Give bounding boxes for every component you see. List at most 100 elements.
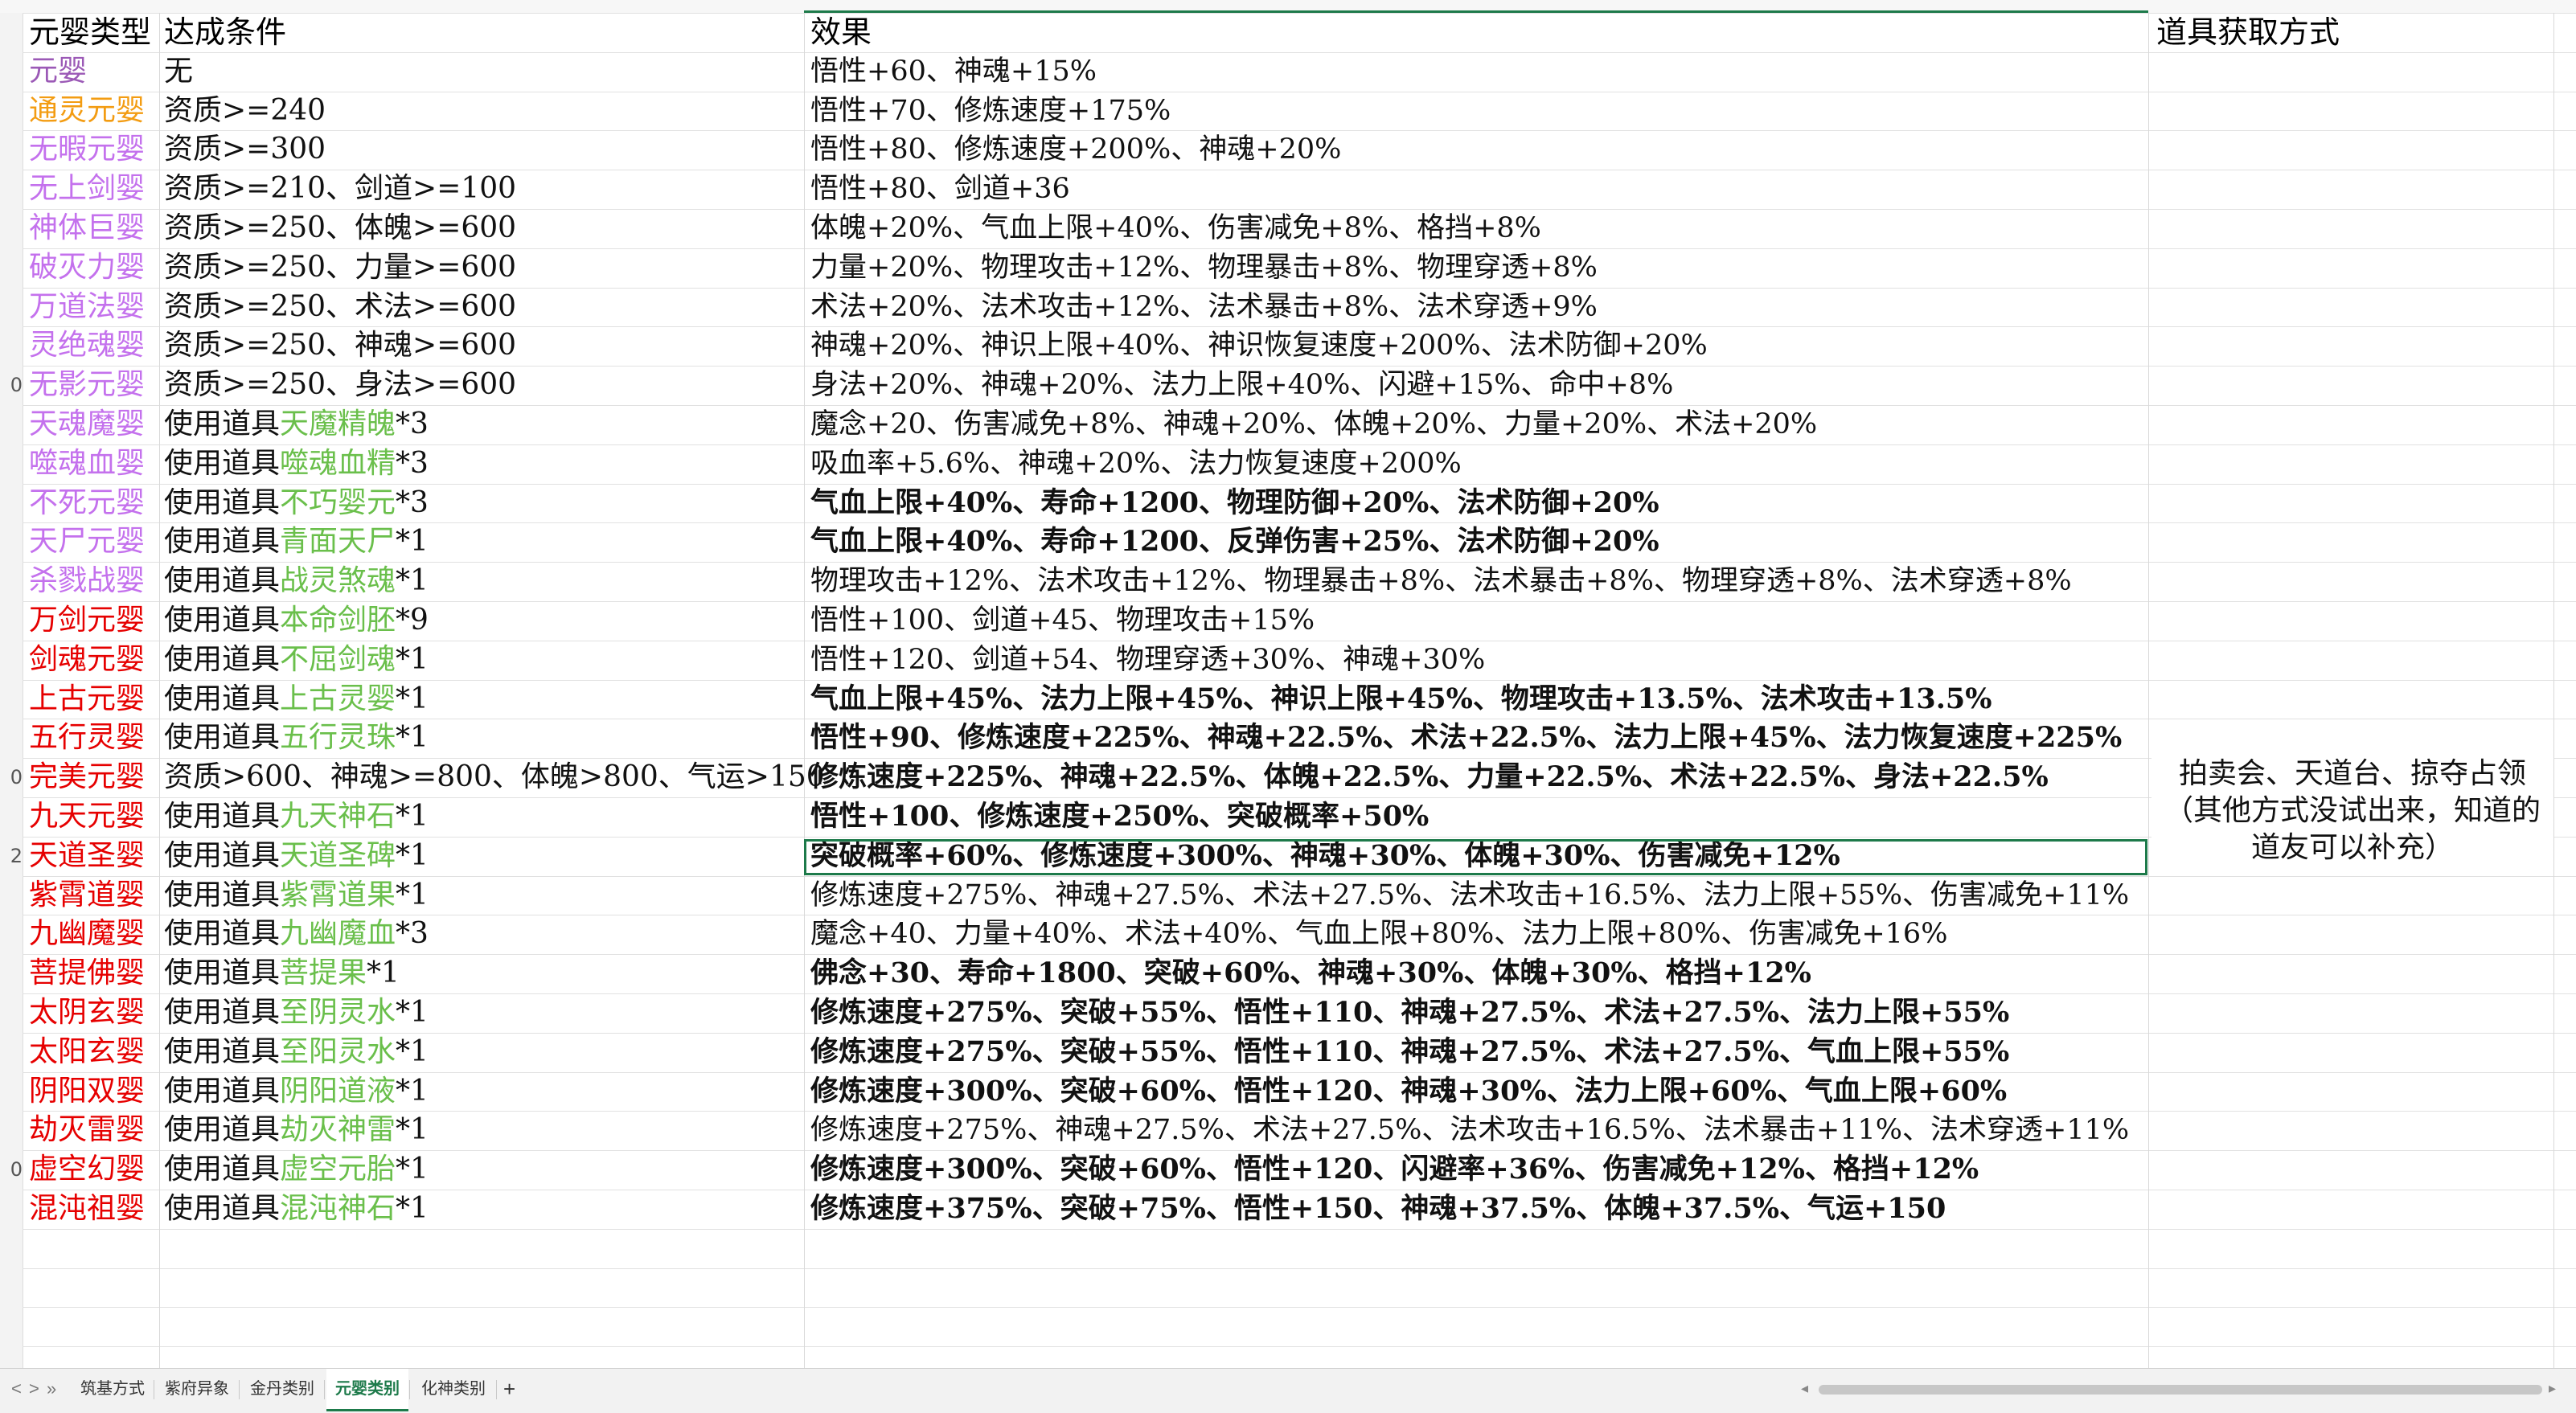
prev-sheet-button[interactable]: <: [11, 1378, 22, 1399]
effect-cell[interactable]: 佛念+30、寿命+1800、突破+60%、神魂+30%、体魄+30%、格挡+12…: [810, 954, 1811, 993]
row-number[interactable]: 0: [0, 766, 23, 788]
type-cell[interactable]: 九幽魔婴: [29, 915, 145, 953]
type-cell[interactable]: 劫灭雷婴: [29, 1111, 145, 1149]
effect-cell[interactable]: 悟性+90、修炼速度+225%、神魂+22.5%、术法+22.5%、法力上限+4…: [810, 719, 2122, 757]
type-cell[interactable]: 混沌祖婴: [29, 1190, 145, 1228]
effect-cell[interactable]: 悟性+100、修炼速度+250%、突破概率+50%: [810, 797, 1429, 836]
effect-cell[interactable]: 悟性+80、修炼速度+200%、神魂+20%: [810, 130, 1341, 169]
type-cell[interactable]: 天道圣婴: [29, 837, 145, 875]
effect-cell[interactable]: 修炼速度+375%、突破+75%、悟性+150、神魂+37.5%、体魄+37.5…: [810, 1190, 1946, 1228]
type-cell[interactable]: 灵绝魂婴: [29, 326, 145, 365]
condition-cell[interactable]: 使用道具噬魂血精*3: [164, 444, 429, 483]
type-cell[interactable]: 天魂魔婴: [29, 405, 145, 444]
type-cell[interactable]: 万剑元婴: [29, 601, 145, 640]
type-cell[interactable]: 通灵元婴: [29, 92, 145, 130]
horizontal-scrollbar[interactable]: [1819, 1385, 2542, 1395]
effect-cell[interactable]: 力量+20%、物理攻击+12%、物理暴击+8%、物理穿透+8%: [810, 248, 1598, 287]
condition-cell[interactable]: 使用道具虚空元胎*1: [164, 1150, 429, 1189]
condition-cell[interactable]: 资质>=250、神魂>=600: [164, 326, 516, 365]
effect-cell[interactable]: 身法+20%、神魂+20%、法力上限+40%、闪避+15%、命中+8%: [810, 366, 1673, 404]
condition-cell[interactable]: 无: [164, 52, 193, 91]
effect-cell[interactable]: 悟性+60、神魂+15%: [810, 52, 1097, 91]
condition-cell[interactable]: 使用道具至阳灵水*1: [164, 1033, 429, 1071]
condition-cell[interactable]: 使用道具阴阳道液*1: [164, 1072, 429, 1111]
type-cell[interactable]: 无暇元婴: [29, 130, 145, 169]
condition-cell[interactable]: 使用道具九天神石*1: [164, 797, 429, 836]
condition-cell[interactable]: 资质>=250、力量>=600: [164, 248, 516, 287]
scroll-right-icon[interactable]: ▸: [2549, 1380, 2556, 1397]
sheet-tab[interactable]: 筑基方式: [72, 1369, 153, 1409]
add-sheet-button[interactable]: +: [503, 1377, 515, 1402]
effect-cell[interactable]: 悟性+80、剑道+36: [810, 170, 1070, 208]
effect-cell[interactable]: 术法+20%、法术攻击+12%、法术暴击+8%、法术穿透+9%: [810, 288, 1598, 326]
type-cell[interactable]: 剑魂元婴: [29, 641, 145, 679]
condition-cell[interactable]: 使用道具不屈剑魂*1: [164, 641, 429, 679]
scroll-left-icon[interactable]: ◂: [1801, 1380, 1808, 1397]
type-cell[interactable]: 元婴: [29, 52, 87, 91]
effect-cell[interactable]: 修炼速度+225%、神魂+22.5%、体魄+22.5%、力量+22.5%、术法+…: [810, 758, 2049, 797]
type-cell[interactable]: 杀戮战婴: [29, 562, 145, 600]
sheet-tab[interactable]: 化神类别: [412, 1369, 495, 1409]
type-cell[interactable]: 不死元婴: [29, 484, 145, 522]
condition-cell[interactable]: 资质>=250、体魄>=600: [164, 209, 516, 248]
type-cell[interactable]: 太阴玄婴: [29, 993, 145, 1032]
effect-cell[interactable]: 体魄+20%、气血上限+40%、伤害减免+8%、格挡+8%: [810, 209, 1541, 248]
effect-cell[interactable]: 修炼速度+275%、突破+55%、悟性+110、神魂+27.5%、术法+27.5…: [810, 993, 2009, 1032]
acquire-method-cell[interactable]: 拍卖会、天道台、掠夺占领（其他方式没试出来，知道的道友可以补充）: [2151, 756, 2553, 866]
effect-cell[interactable]: 修炼速度+275%、神魂+27.5%、术法+27.5%、法术攻击+16.5%、法…: [810, 876, 2129, 915]
condition-cell[interactable]: 资质>=240: [164, 92, 326, 130]
row-number[interactable]: 2: [0, 845, 23, 867]
effect-cell[interactable]: 悟性+70、修炼速度+175%: [810, 92, 1171, 130]
effect-cell[interactable]: 吸血率+5.6%、神魂+20%、法力恢复速度+200%: [810, 444, 1462, 483]
type-cell[interactable]: 噬魂血婴: [29, 444, 145, 483]
type-cell[interactable]: 无上剑婴: [29, 170, 145, 208]
type-cell[interactable]: 破灭力婴: [29, 248, 145, 287]
effect-cell[interactable]: 气血上限+45%、法力上限+45%、神识上限+45%、物理攻击+13.5%、法术…: [810, 680, 1992, 719]
type-cell[interactable]: 阴阳双婴: [29, 1072, 145, 1111]
type-cell[interactable]: 紫霄道婴: [29, 876, 145, 915]
condition-cell[interactable]: 使用道具菩提果*1: [164, 954, 400, 993]
condition-cell[interactable]: 资质>=300: [164, 130, 326, 169]
sheet-tab[interactable]: 元婴类别: [326, 1369, 408, 1411]
effect-cell[interactable]: 修炼速度+275%、神魂+27.5%、术法+27.5%、法术攻击+16.5%、法…: [810, 1111, 2129, 1149]
effect-cell[interactable]: 气血上限+40%、寿命+1200、反弹伤害+25%、法术防御+20%: [810, 522, 1659, 561]
condition-cell[interactable]: 使用道具混沌神石*1: [164, 1190, 429, 1228]
condition-cell[interactable]: 资质>=210、剑道>=100: [164, 170, 516, 208]
type-cell[interactable]: 太阳玄婴: [29, 1033, 145, 1071]
header-condition[interactable]: 达成条件: [164, 13, 286, 51]
condition-cell[interactable]: 资质>=250、身法>=600: [164, 366, 516, 404]
header-acquire[interactable]: 道具获取方式: [2156, 13, 2340, 51]
condition-cell[interactable]: 使用道具战灵煞魂*1: [164, 562, 429, 600]
effect-cell[interactable]: 神魂+20%、神识上限+40%、神识恢复速度+200%、法术防御+20%: [810, 326, 1708, 365]
condition-cell[interactable]: 使用道具上古灵婴*1: [164, 680, 429, 719]
type-cell[interactable]: 上古元婴: [29, 680, 145, 719]
sheet-tab[interactable]: 紫府异象: [156, 1369, 238, 1409]
effect-cell[interactable]: 修炼速度+275%、突破+55%、悟性+110、神魂+27.5%、术法+27.5…: [810, 1033, 2009, 1071]
effect-cell[interactable]: 悟性+120、剑道+54、物理穿透+30%、神魂+30%: [810, 641, 1485, 679]
effect-cell[interactable]: 气血上限+40%、寿命+1200、物理防御+20%、法术防御+20%: [810, 484, 1659, 522]
effect-cell[interactable]: 物理攻击+12%、法术攻击+12%、物理暴击+8%、法术暴击+8%、物理穿透+8…: [810, 562, 2072, 600]
condition-cell[interactable]: 使用道具青面天尸*1: [164, 522, 429, 561]
next-sheet-button[interactable]: >: [29, 1378, 39, 1399]
type-cell[interactable]: 万道法婴: [29, 288, 145, 326]
effect-cell[interactable]: 悟性+100、剑道+45、物理攻击+15%: [810, 601, 1315, 640]
type-cell[interactable]: 神体巨婴: [29, 209, 145, 248]
type-cell[interactable]: 虚空幻婴: [29, 1150, 145, 1189]
sheet-tab[interactable]: 金丹类别: [241, 1369, 323, 1409]
condition-cell[interactable]: 使用道具不巧婴元*3: [164, 484, 429, 522]
last-sheet-button[interactable]: »: [47, 1378, 56, 1399]
row-number[interactable]: 0: [0, 374, 23, 396]
type-cell[interactable]: 菩提佛婴: [29, 954, 145, 993]
condition-cell[interactable]: 使用道具劫灭神雷*1: [164, 1111, 429, 1149]
type-cell[interactable]: 完美元婴: [29, 758, 145, 797]
type-cell[interactable]: 五行灵婴: [29, 719, 145, 757]
condition-cell[interactable]: 使用道具天道圣碑*1: [164, 837, 429, 875]
condition-cell[interactable]: 使用道具至阴灵水*1: [164, 993, 429, 1032]
condition-cell[interactable]: 使用道具紫霄道果*1: [164, 876, 429, 915]
header-effect[interactable]: 效果: [810, 13, 872, 51]
row-number[interactable]: 0: [0, 1158, 23, 1181]
condition-cell[interactable]: 使用道具本命剑胚*9: [164, 601, 429, 640]
condition-cell[interactable]: 使用道具五行灵珠*1: [164, 719, 429, 757]
type-cell[interactable]: 九天元婴: [29, 797, 145, 836]
effect-cell[interactable]: 修炼速度+300%、突破+60%、悟性+120、神魂+30%、法力上限+60%、…: [810, 1072, 2007, 1111]
